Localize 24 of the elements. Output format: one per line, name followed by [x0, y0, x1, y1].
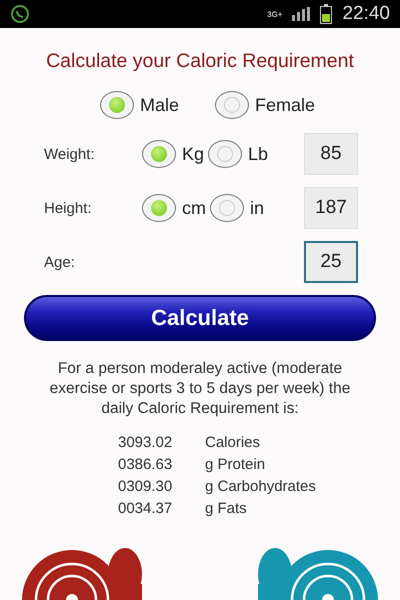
number-field[interactable]: 85 [304, 133, 358, 175]
radio-button[interactable]: Male [100, 91, 180, 119]
result-unit: Calories [205, 433, 262, 453]
number-field[interactable]: 187 [304, 187, 358, 229]
radio-button[interactable]: Female [215, 91, 316, 119]
field-label: Height: [43, 200, 93, 216]
network-type: 3G+ [267, 10, 282, 18]
number-field[interactable]: 25 [304, 241, 358, 283]
result-value: 0386.63 [118, 455, 174, 475]
calculate-button[interactable]: Calculate [24, 295, 376, 341]
battery-icon [320, 4, 332, 24]
clock: 22:40 [342, 3, 390, 25]
result-value: 3093.02 [118, 433, 174, 453]
field-label: Weight: [43, 146, 96, 162]
result-unit: g Carbohydrates [205, 477, 317, 497]
field-label: Age: [43, 254, 76, 270]
result-unit: g Protein [205, 455, 266, 475]
chat-icon [10, 4, 30, 24]
signal-icon [292, 7, 310, 21]
page-title: Calculate your Caloric Requirement [45, 50, 355, 73]
description-text: For a person moderaley active (moderate exercise or sports 3 to 5 days per week) the daily Caloric Requirement is: [48, 359, 352, 419]
result-unit: g Fats [205, 499, 248, 519]
result-value: 0034.37 [118, 499, 174, 519]
result-value: 0309.30 [118, 477, 174, 497]
